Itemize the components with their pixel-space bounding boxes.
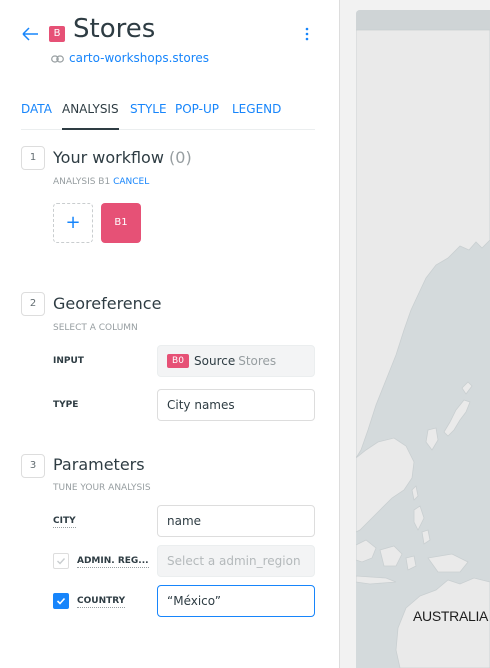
source-name: Source (194, 354, 236, 368)
more-options-icon[interactable] (303, 26, 311, 42)
map-canvas[interactable]: AUSTRALIA (356, 10, 490, 668)
georeference-title: Georeference (53, 294, 162, 313)
back-arrow-icon[interactable] (20, 24, 40, 44)
parameters-subtitle: TUNE YOUR ANALYSIS (53, 483, 151, 493)
tab-bar: DATA ANALYSIS STYLE POP-UP LEGEND (21, 102, 315, 130)
step-number-2: 2 (21, 292, 45, 316)
tab-analysis[interactable]: ANALYSIS (62, 102, 119, 130)
input-label: INPUT (53, 356, 84, 366)
type-label: TYPE (53, 400, 79, 410)
tab-data[interactable]: DATA (21, 102, 52, 116)
cancel-link[interactable]: CANCEL (113, 177, 149, 187)
workflow-count: (0) (169, 148, 192, 167)
add-analysis-button[interactable]: + (53, 203, 93, 243)
source-dataset-link[interactable]: carto-workshops.stores (69, 51, 209, 65)
tab-popup[interactable]: POP-UP (175, 102, 219, 116)
admin-region-checkbox[interactable] (53, 553, 69, 569)
link-icon (51, 55, 64, 63)
country-label: COUNTRY (77, 596, 126, 608)
workflow-title: Your workflow (0) (53, 148, 192, 167)
workflow-title-text: Your workflow (53, 148, 164, 167)
step-number-1: 1 (21, 146, 45, 170)
city-select[interactable]: name (157, 505, 315, 537)
analysis-id: ANALYSIS B1 (53, 177, 111, 187)
tab-style[interactable]: STYLE (130, 102, 167, 116)
country-input[interactable]: “México” (157, 585, 315, 617)
source-layer: Stores (238, 354, 277, 368)
analysis-node-b1[interactable]: B1 (101, 203, 141, 243)
analysis-panel: B Stores carto-workshops.stores DATA ANA… (0, 0, 340, 668)
georeference-subtitle: SELECT A COLUMN (53, 323, 138, 333)
input-source-select[interactable]: B0 Source Stores (157, 345, 315, 377)
tab-legend[interactable]: LEGEND (232, 102, 281, 116)
country-checkbox[interactable] (53, 593, 69, 609)
step-number-3: 3 (21, 454, 45, 478)
city-label: CITY (53, 516, 76, 528)
layer-badge: B (49, 26, 65, 42)
map-country-label: AUSTRALIA (413, 608, 489, 624)
source-node-badge: B0 (167, 353, 189, 368)
map-area: AUSTRALIA (341, 0, 490, 668)
check-icon (56, 597, 66, 605)
check-icon (57, 558, 66, 565)
admin-region-select[interactable]: Select a admin_region (157, 545, 315, 577)
type-select[interactable]: City names (157, 389, 315, 421)
layer-title[interactable]: Stores (73, 14, 155, 44)
admin-region-label: ADMIN. REG... (77, 556, 149, 568)
map-landmass (356, 29, 490, 668)
workflow-subtitle: ANALYSIS B1 CANCEL (53, 177, 149, 187)
parameters-title: Parameters (53, 455, 145, 474)
